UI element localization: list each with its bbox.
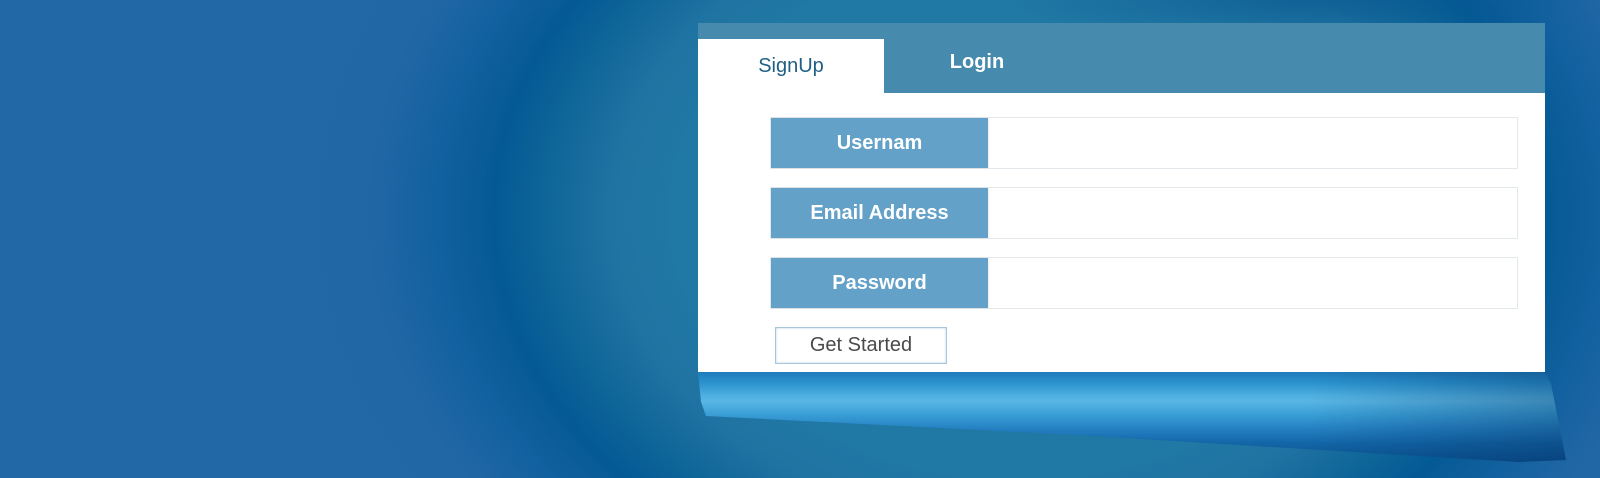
email-field: Email Address <box>770 187 1518 239</box>
signup-panel: SignUp Login Usernam Email Address Passw… <box>698 23 1545 372</box>
tab-signup[interactable]: SignUp <box>698 39 884 93</box>
get-started-button[interactable]: Get Started <box>775 327 947 364</box>
username-field: Usernam <box>770 117 1518 169</box>
decorative-ribbon <box>698 372 1566 462</box>
tab-bar: SignUp Login <box>698 23 1545 93</box>
email-label: Email Address <box>771 188 988 238</box>
email-input[interactable] <box>989 188 1515 238</box>
tab-login[interactable]: Login <box>884 39 1070 93</box>
password-input[interactable] <box>989 258 1515 308</box>
password-field: Password <box>770 257 1518 309</box>
username-label: Usernam <box>771 118 988 168</box>
username-input[interactable] <box>989 118 1515 168</box>
password-label: Password <box>771 258 988 308</box>
